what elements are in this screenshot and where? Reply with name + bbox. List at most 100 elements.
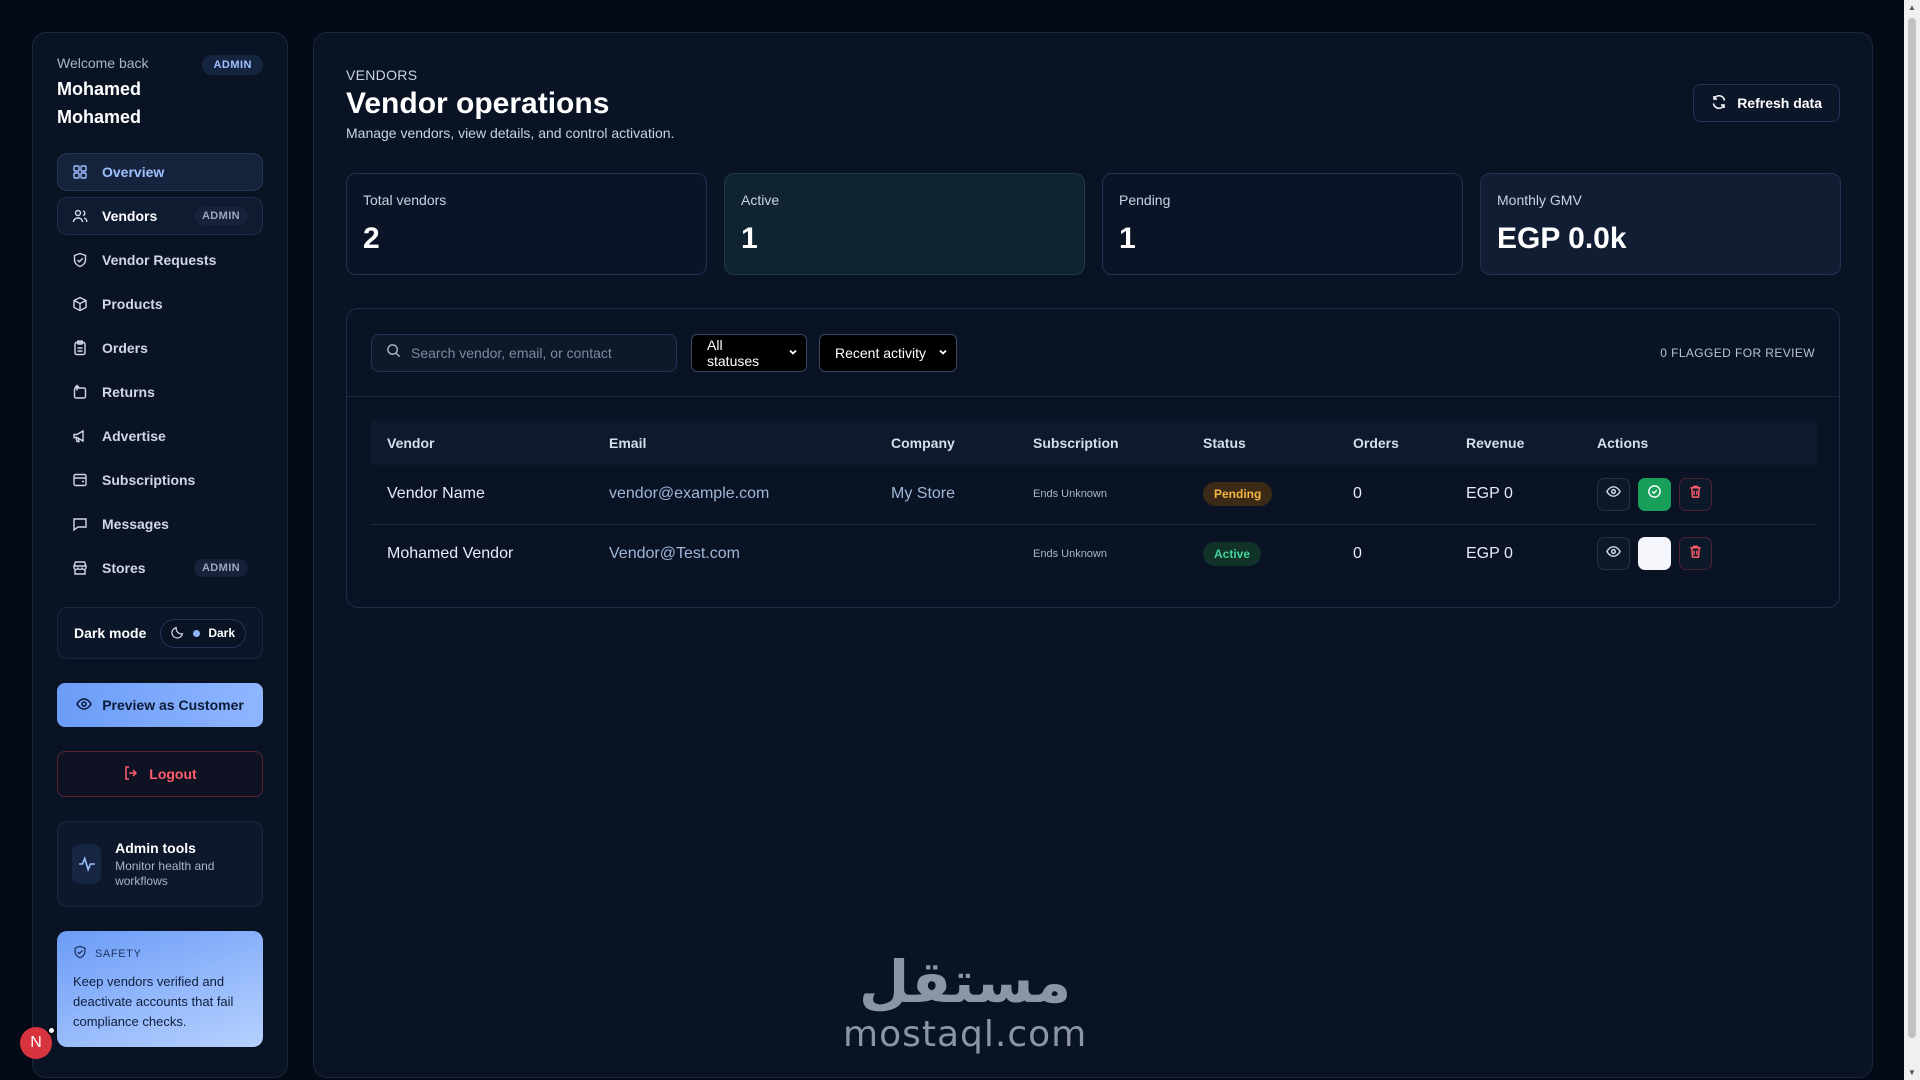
dark-mode-value: Dark	[208, 626, 235, 640]
admin-tools-subtitle: Monitor health and workflows	[115, 858, 215, 888]
stat-value: 2	[363, 222, 380, 255]
vendor-orders: 0	[1353, 485, 1362, 503]
safety-card: SAFETY Keep vendors verified and deactiv…	[57, 931, 263, 1047]
eye-icon	[1606, 544, 1621, 564]
column-header-actions: Actions	[1597, 435, 1649, 451]
scroll-down-arrow-icon[interactable]: ▼	[1908, 1068, 1916, 1077]
sidebar-item-vendors[interactable]: Vendors ADMIN	[57, 197, 263, 235]
vendors-table-panel: All statuses Recent activity 0 FLAGGED F…	[346, 308, 1840, 608]
sidebar-item-vendor-requests[interactable]: Vendor Requests	[57, 241, 263, 279]
approve-button[interactable]	[1638, 477, 1671, 511]
delete-button[interactable]	[1679, 537, 1712, 571]
sidebar-item-label: Products	[102, 296, 163, 312]
logout-icon	[123, 765, 139, 784]
sidebar-item-label: Vendors	[102, 208, 158, 224]
vendor-company: My Store	[891, 485, 956, 503]
nav-badge: ADMIN	[193, 207, 248, 225]
scroll-up-arrow-icon[interactable]: ▲	[1908, 3, 1916, 12]
status-badge: Active	[1203, 541, 1262, 566]
search-input[interactable]	[411, 345, 661, 361]
user-last-name: Mohamed	[57, 107, 142, 127]
column-header-subscription[interactable]: Subscription	[1017, 421, 1187, 465]
refresh-data-button[interactable]: Refresh data	[1693, 84, 1840, 122]
sidebar-item-label: Orders	[102, 340, 148, 356]
check-circle-icon	[1647, 484, 1662, 504]
sidebar-item-overview[interactable]: Overview	[57, 153, 263, 191]
column-header-email[interactable]: Email	[593, 421, 875, 465]
table-row[interactable]: Vendor Name vendor@example.com My Store …	[371, 465, 1817, 524]
sidebar-item-label: Stores	[102, 560, 146, 576]
vendor-subscription: Ends Unknown	[1033, 488, 1107, 501]
preview-as-customer-button[interactable]: Preview as Customer	[57, 683, 263, 727]
stat-value: EGP 0.0k	[1497, 222, 1627, 255]
stat-value: 1	[1119, 222, 1136, 255]
vendor-revenue: EGP 0	[1466, 485, 1513, 503]
logout-label: Logout	[149, 766, 197, 782]
filter-toolbar: All statuses Recent activity 0 FLAGGED F…	[347, 309, 1839, 397]
deactivate-button[interactable]	[1638, 537, 1671, 571]
status-cell: Active	[1187, 524, 1337, 583]
column-header-vendor[interactable]: Vendor	[371, 421, 593, 465]
delete-button[interactable]	[1679, 477, 1712, 511]
column-header-company[interactable]: Company	[875, 421, 1017, 465]
vendor-email[interactable]: Vendor@Test.com	[593, 524, 875, 583]
welcome-text: Welcome back	[57, 55, 149, 71]
scrollbar[interactable]: ▲ ▼	[1904, 0, 1920, 1080]
sidebar-item-label: Messages	[102, 516, 169, 532]
sidebar-item-stores[interactable]: Stores ADMIN	[57, 549, 263, 587]
safety-text: Keep vendors verified and deactivate acc…	[73, 974, 234, 1029]
vendor-name: Mohamed Vendor	[387, 544, 514, 562]
eye-icon	[1606, 484, 1621, 504]
column-header-status[interactable]: Status	[1187, 421, 1337, 465]
status-filter-select[interactable]: All statuses	[691, 334, 807, 372]
stat-card-monthly-gmv: Monthly GMV EGP 0.0k	[1480, 173, 1841, 275]
sidebar-item-messages[interactable]: Messages	[57, 505, 263, 543]
vendor-email[interactable]: vendor@example.com	[593, 465, 875, 524]
sidebar-item-subscriptions[interactable]: Subscriptions	[57, 461, 263, 499]
stat-label: Active	[741, 192, 780, 208]
stat-value: 1	[741, 222, 758, 255]
column-header-orders[interactable]: Orders	[1337, 421, 1450, 465]
logout-button[interactable]: Logout	[57, 751, 263, 797]
actions-cell	[1581, 524, 1817, 583]
admin-tools-card[interactable]: Admin tools Monitor health and workflows	[57, 821, 263, 907]
sidebar-item-label: Overview	[102, 164, 165, 180]
table-header-row: Vendor Email Company Subscription Status…	[371, 421, 1817, 465]
status-badge: Pending	[1203, 482, 1273, 507]
dark-mode-label: Dark mode	[74, 625, 147, 641]
vendor-orders: 0	[1353, 544, 1362, 562]
grid-icon	[72, 164, 88, 180]
sidebar-nav: Overview Vendors ADMIN Vendor Requests P…	[57, 153, 263, 587]
actions-cell	[1581, 465, 1817, 524]
role-badge: ADMIN	[202, 55, 263, 75]
dark-mode-toggle[interactable]: Dark	[160, 618, 246, 648]
megaphone-icon	[72, 428, 88, 444]
chat-icon	[72, 516, 88, 532]
sidebar: Welcome back Mohamed Mohamed ADMIN Overv…	[32, 32, 288, 1078]
flagged-count: 0 FLAGGED FOR REVIEW	[1660, 346, 1815, 360]
watermark: مستقل mostaql.com	[843, 950, 1087, 1055]
stat-label: Monthly GMV	[1497, 192, 1582, 208]
vendors-table: Vendor Email Company Subscription Status…	[371, 421, 1817, 583]
sidebar-item-label: Subscriptions	[102, 472, 196, 488]
vendor-company	[875, 524, 1017, 583]
watermark-latin: mostaql.com	[843, 1014, 1088, 1055]
scrollbar-thumb[interactable]	[1908, 18, 1916, 1038]
search-box[interactable]	[371, 334, 677, 372]
sidebar-item-returns[interactable]: Returns	[57, 373, 263, 411]
column-header-revenue[interactable]: Revenue	[1450, 421, 1581, 465]
stats-row: Total vendors 2 Active 1 Pending 1 Month…	[346, 173, 1841, 275]
activity-icon	[72, 844, 102, 884]
sidebar-item-orders[interactable]: Orders	[57, 329, 263, 367]
sidebar-item-advertise[interactable]: Advertise	[57, 417, 263, 455]
view-button[interactable]	[1597, 477, 1630, 511]
admin-tools-title: Admin tools	[115, 839, 196, 856]
chevron-down-icon	[788, 347, 798, 360]
sidebar-item-products[interactable]: Products	[57, 285, 263, 323]
clipboard-icon	[72, 340, 88, 356]
sort-select[interactable]: Recent activity	[819, 334, 957, 372]
table-row[interactable]: Mohamed Vendor Vendor@Test.com Ends Unkn…	[371, 524, 1817, 583]
view-button[interactable]	[1597, 537, 1630, 571]
stat-card-total-vendors: Total vendors 2	[346, 173, 707, 275]
avatar-status-dot	[47, 1026, 56, 1035]
